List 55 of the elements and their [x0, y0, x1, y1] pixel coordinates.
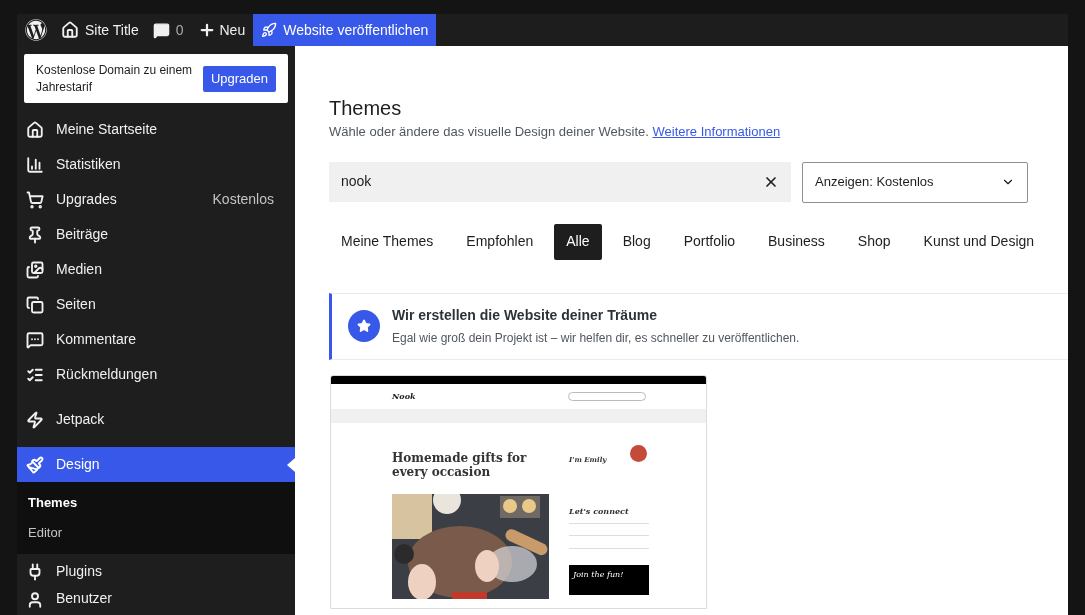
wordpress-logo-icon[interactable]	[25, 19, 47, 41]
category-tab[interactable]: Shop	[845, 223, 903, 260]
category-tab[interactable]: Kunst und Design	[911, 223, 1047, 260]
pin-icon	[26, 225, 44, 244]
upgrade-notice-text: Kostenlose Domain zu einem Jahrestarif	[36, 61, 194, 96]
page-subtitle: Wähle oder ändere das visuelle Design deiner Website. Weitere Informationen	[329, 123, 782, 141]
sidebar-item[interactable]: Kommentare	[17, 322, 295, 357]
images-icon	[26, 260, 44, 279]
sidebar-item[interactable]: Design	[17, 447, 295, 482]
sidebar-item[interactable]: Beiträge	[17, 217, 295, 252]
submenu-item[interactable]: Editor	[17, 518, 295, 548]
preview-site-name: Nook	[392, 390, 416, 402]
sidebar-item[interactable]: Rückmeldungen	[17, 357, 295, 392]
comment-icon	[152, 21, 170, 39]
avatar	[630, 444, 647, 462]
category-tab[interactable]: Meine Themes	[329, 223, 446, 260]
user-icon	[26, 591, 44, 609]
bolt-icon	[26, 410, 44, 429]
new-link[interactable]: Neu	[197, 19, 246, 41]
sidebar-item[interactable]: Meine Startseite	[17, 112, 295, 147]
preview-newsletter-heading: Join the fun!	[573, 569, 625, 581]
plan-label: Kostenlos	[212, 190, 275, 209]
preview-connect-heading: Let's connect	[569, 505, 630, 517]
submenu-item[interactable]: Themes	[17, 488, 295, 518]
sidebar-item[interactable]: Plugins	[17, 554, 295, 589]
category-tab[interactable]: Empfohlen	[454, 223, 546, 260]
sidebar-item[interactable]: Benutzer	[17, 589, 295, 609]
upgrade-button[interactable]: Upgraden	[202, 65, 276, 92]
comment-icon	[26, 330, 44, 349]
page-title: Themes	[329, 96, 403, 120]
preview-headline: Homemade gifts for every occasion	[392, 450, 528, 479]
site-title-link[interactable]: Site Title	[61, 19, 139, 41]
filter-dropdown[interactable]: Anzeigen: Kostenlos	[802, 161, 1028, 203]
cart-icon	[26, 190, 44, 209]
pages-icon	[26, 295, 44, 314]
rocket-icon	[261, 22, 278, 38]
more-info-link[interactable]: Weitere Informationen	[652, 124, 781, 139]
home-icon	[26, 120, 44, 139]
bar-chart-icon	[26, 155, 44, 174]
category-tab[interactable]: Business	[756, 223, 837, 260]
sidebar-item[interactable]: Statistiken	[17, 147, 295, 182]
home-icon	[61, 21, 79, 39]
brush-icon	[26, 455, 44, 474]
banner-title: Wir erstellen die Website deiner Träume	[392, 306, 658, 325]
sidebar-item[interactable]: Jetpack	[17, 402, 295, 437]
comments-link[interactable]: 0	[152, 19, 184, 41]
category-tab[interactable]: Alle	[554, 223, 602, 260]
sidebar-item[interactable]: Medien	[17, 252, 295, 287]
sidebar-item[interactable]: Upgrades Kostenlos	[17, 182, 295, 217]
category-tab[interactable]: Portfolio	[671, 223, 748, 260]
sidebar-item[interactable]: Seiten	[17, 287, 295, 322]
banner-text: Egal wie groß dein Projekt ist – wir helfen dir, es schneller zu veröffentlichen.	[392, 330, 800, 347]
search-field[interactable]: nook	[329, 161, 791, 202]
publish-button[interactable]: Website veröffentlichen	[253, 14, 437, 46]
category-tab[interactable]: Blog	[610, 223, 663, 260]
